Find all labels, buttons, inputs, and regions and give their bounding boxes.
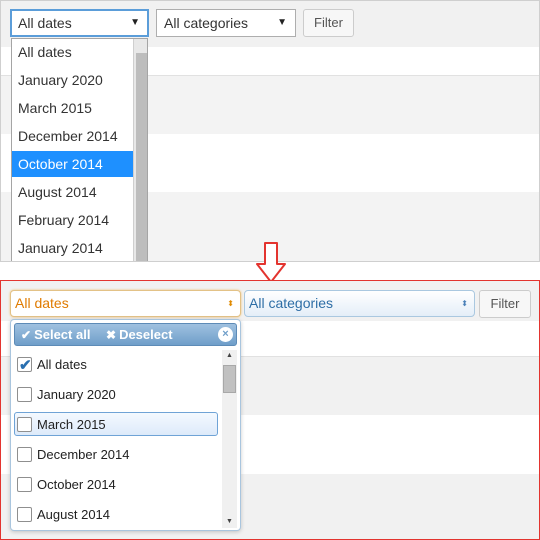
sort-caret-icon: ⬍ xyxy=(461,299,468,308)
check-icon: ✔ xyxy=(19,357,32,374)
option-label: August 2014 xyxy=(37,507,111,522)
checkbox[interactable] xyxy=(17,507,32,522)
down-arrow-icon xyxy=(256,242,286,283)
chevron-down-icon: ▼ xyxy=(277,17,287,28)
checkbox[interactable] xyxy=(17,387,32,402)
categories-select[interactable]: All categories ▼ xyxy=(156,9,296,37)
scrollbar-thumb[interactable] xyxy=(223,365,236,393)
close-icon[interactable]: × xyxy=(218,327,233,342)
option-label: January 2020 xyxy=(37,387,116,402)
filter-button[interactable]: Filter xyxy=(479,290,531,318)
categories-multiselect[interactable]: All categories ⬍ xyxy=(244,290,475,317)
deselect-label: Deselect xyxy=(119,327,173,342)
dropdown-option[interactable]: January 2020 xyxy=(12,67,133,93)
dropdown-option[interactable]: December 2014 xyxy=(12,123,133,149)
top-panel-native: All dates ▼ All categories ▼ Filter All … xyxy=(0,0,540,262)
dropdown-option[interactable]: August 2014 xyxy=(12,179,133,205)
dates-dropdown-list: All dates January 2020 March 2015 Decemb… xyxy=(11,38,148,261)
checkbox[interactable] xyxy=(17,477,32,492)
select-all-button[interactable]: ✔ Select all xyxy=(21,324,90,346)
dates-multiselect[interactable]: All dates ⬍ xyxy=(10,290,241,317)
dates-multiselect-value: All dates xyxy=(15,295,69,311)
scroll-down-icon[interactable]: ▼ xyxy=(222,516,237,528)
option-label: All dates xyxy=(37,357,87,372)
dropdown-option[interactable]: February 2014 xyxy=(12,207,133,233)
multiselect-option[interactable]: December 2014 xyxy=(14,442,218,466)
sort-caret-icon: ⬍ xyxy=(227,299,234,308)
scroll-up-icon[interactable]: ▲ xyxy=(222,350,237,362)
scrollbar-thumb[interactable] xyxy=(136,53,147,261)
multiselect-option[interactable]: October 2014 xyxy=(14,472,218,496)
option-label: October 2014 xyxy=(37,477,116,492)
select-all-label: Select all xyxy=(34,327,91,342)
dates-select-value: All dates xyxy=(18,15,72,31)
option-label: March 2015 xyxy=(37,417,106,432)
check-icon: ✔ xyxy=(21,328,32,342)
filter-button[interactable]: Filter xyxy=(303,9,354,37)
checkbox[interactable] xyxy=(17,447,32,462)
multiselect-scrollbar[interactable]: ▲ ▼ xyxy=(222,350,237,528)
dropdown-option-selected[interactable]: October 2014 xyxy=(12,151,133,177)
dates-select[interactable]: All dates ▼ xyxy=(10,9,149,37)
option-label: December 2014 xyxy=(37,447,130,462)
x-icon: ✖ xyxy=(106,328,117,342)
dropdown-option[interactable]: All dates xyxy=(12,39,133,65)
checkbox[interactable]: ✔ xyxy=(17,357,32,374)
multiselect-option[interactable]: January 2020 xyxy=(14,382,218,406)
multiselect-header: ✔ Select all ✖ Deselect × xyxy=(14,323,237,346)
deselect-button[interactable]: ✖ Deselect xyxy=(106,324,173,346)
dropdown-scrollbar[interactable] xyxy=(133,39,147,261)
multiselect-option[interactable]: August 2014 xyxy=(14,502,218,526)
dropdown-option[interactable]: January 2014 xyxy=(12,235,133,261)
multiselect-option[interactable]: ✔ All dates xyxy=(14,352,218,376)
multiselect-option-hover[interactable]: March 2015 xyxy=(14,412,218,436)
categories-select-value: All categories xyxy=(164,15,249,31)
chevron-down-icon: ▼ xyxy=(130,17,140,28)
checkbox[interactable] xyxy=(17,417,32,432)
categories-multiselect-value: All categories xyxy=(249,295,334,311)
dropdown-option[interactable]: March 2015 xyxy=(12,95,133,121)
bottom-panel-multiselect: All dates ⬍ All categories ⬍ Filter ✔ Sel… xyxy=(0,280,540,540)
dates-multiselect-menu: ✔ Select all ✖ Deselect × ✔ All dates Janu… xyxy=(10,319,241,531)
